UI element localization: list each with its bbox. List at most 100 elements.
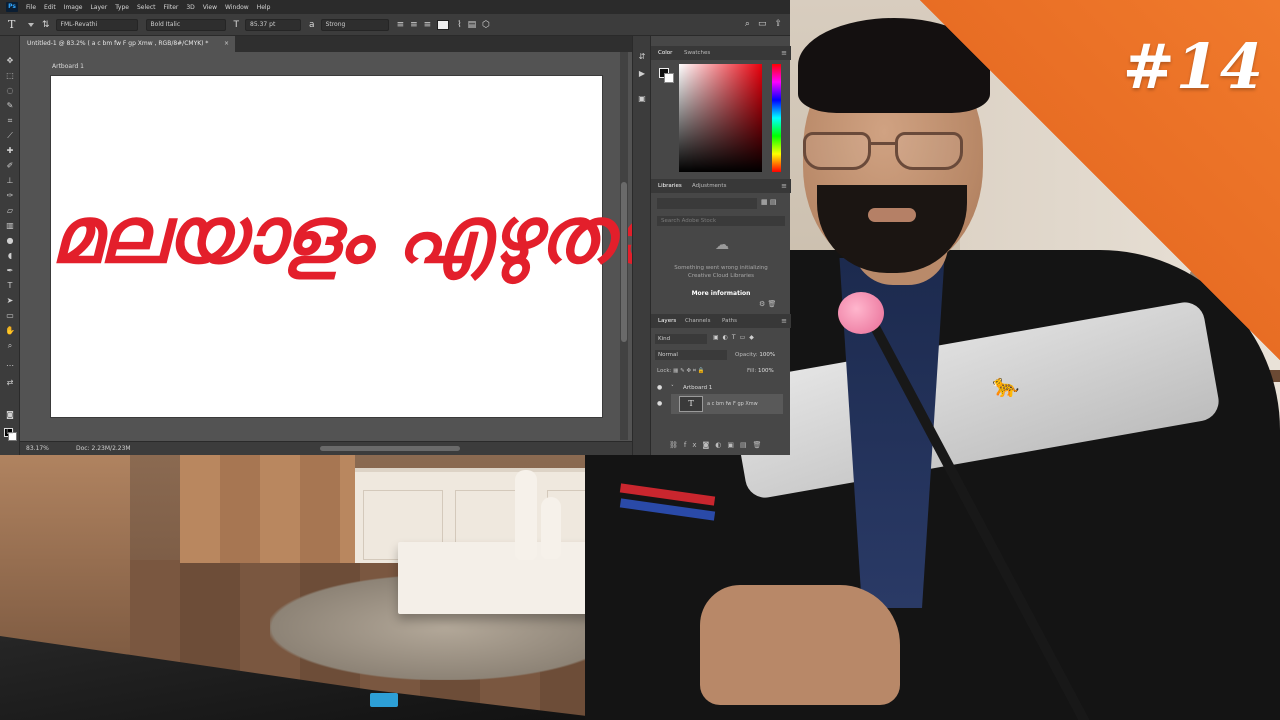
healing-tool-icon[interactable]: ✚ [5, 146, 15, 155]
menu-type[interactable]: Type [115, 4, 129, 11]
screen-mode-icon[interactable]: ▢ [5, 426, 15, 435]
crop-tool-icon[interactable]: ⌗ [5, 116, 15, 125]
menu-window[interactable]: Window [225, 4, 249, 11]
align-center-icon[interactable]: ≡ [410, 20, 418, 30]
tab-libraries[interactable]: Libraries [658, 179, 682, 193]
tab-color[interactable]: Color [658, 46, 672, 60]
stock-search-input[interactable]: Search Adobe Stock [657, 216, 785, 226]
menu-image[interactable]: Image [64, 4, 83, 11]
menu-help[interactable]: Help [257, 4, 271, 11]
menu-edit[interactable]: Edit [44, 4, 56, 11]
hand-tool-icon[interactable]: ✋ [5, 326, 15, 335]
menu-3d[interactable]: 3D [186, 4, 194, 11]
trash-icon[interactable]: ⚙ 🗑 [759, 300, 776, 308]
3d-icon[interactable]: ⬡ [482, 20, 490, 30]
character-panel-icon[interactable]: ▤ [468, 20, 477, 30]
layer-filter-select[interactable]: Kind [655, 334, 707, 344]
workspace-icon[interactable]: ▭ [758, 19, 767, 29]
scroll-thumb[interactable] [621, 182, 627, 342]
quick-mask-icon[interactable]: ◙ [5, 410, 15, 419]
gradient-tool-icon[interactable]: ▥ [5, 221, 15, 230]
color-picker-field[interactable] [679, 64, 762, 172]
photoshop-logo-icon: Ps [6, 2, 18, 12]
grid-view-icon[interactable]: ▦ ▤ [761, 198, 776, 206]
close-icon[interactable]: × [224, 36, 229, 52]
layer-row-text[interactable]: ● T a c bm fw F gp Xmw [651, 394, 791, 414]
more-tools-icon[interactable]: ⋯ [5, 361, 15, 370]
brush-tool-icon[interactable]: ✐ [5, 161, 15, 170]
lock-icons[interactable]: ▦ ✎ ✥ ⌗ 🔒 [673, 368, 704, 374]
opacity-control[interactable]: Opacity: 100% [735, 350, 775, 360]
stamp-tool-icon[interactable]: ⊥ [5, 176, 15, 185]
lasso-tool-icon[interactable]: ◌ [5, 86, 15, 95]
tab-channels[interactable]: Channels [685, 314, 710, 328]
malayalam-text-layer[interactable]: മലയാളം എഴുതാം [51, 181, 685, 291]
quick-select-tool-icon[interactable]: ✎ [5, 101, 15, 110]
history-icon[interactable]: ▣ [637, 94, 647, 104]
layer-filter-icons[interactable]: ▣◐T▭◆ [713, 334, 758, 341]
panel-menu-icon[interactable]: ≡ [781, 179, 787, 193]
artboard-canvas[interactable]: മലയാളം എഴുതാം [51, 76, 685, 417]
anti-alias-select[interactable]: Strong [320, 18, 389, 31]
share-icon[interactable]: ⇪ [774, 19, 782, 29]
menu-filter[interactable]: Filter [164, 4, 179, 11]
font-style-select[interactable]: Bold Italic [145, 18, 226, 31]
type-tool-icon[interactable]: T [5, 281, 15, 290]
fill-control[interactable]: Fill: 100% [747, 366, 774, 376]
menu-file[interactable]: File [26, 4, 36, 11]
menu-layer[interactable]: Layer [90, 4, 107, 11]
font-size-icon: T [233, 19, 240, 30]
menu-select[interactable]: Select [137, 4, 156, 11]
panel-menu-icon[interactable]: ≡ [781, 46, 787, 60]
expand-chevron-icon[interactable]: ˅ [671, 382, 674, 394]
marquee-tool-icon[interactable]: ⬚ [5, 71, 15, 80]
align-left-icon[interactable]: ≡ [397, 20, 405, 30]
tab-layers[interactable]: Layers [658, 314, 676, 328]
move-tool-icon[interactable]: ✥ [5, 56, 15, 65]
type-tool-icon[interactable]: T [8, 18, 24, 31]
text-color-swatch[interactable] [437, 19, 450, 30]
more-information-link[interactable]: More information [663, 290, 779, 297]
eye-icon[interactable]: ● [657, 394, 662, 414]
swap-colors-icon[interactable]: ⇄ [5, 378, 15, 387]
blend-mode-select[interactable]: Normal [655, 350, 727, 360]
zoom-level[interactable]: 83.17% [26, 442, 49, 455]
menu-view[interactable]: View [203, 4, 217, 11]
fill-label: Fill: [747, 368, 757, 374]
warp-text-icon[interactable]: ⌇ [457, 20, 461, 30]
document-tab[interactable]: Untitled-1 @ 83.2% ( a c bm fw F gp Xmw … [20, 36, 235, 52]
path-select-tool-icon[interactable]: ➤ [5, 296, 15, 305]
align-right-icon[interactable]: ≡ [424, 20, 432, 30]
tool-preset-dropdown-icon[interactable] [28, 22, 34, 27]
zoom-tool-icon[interactable]: ⌕ [5, 341, 15, 350]
layers-footer-icons[interactable]: ⛓fx◙◐▣▤🗑 [669, 441, 768, 449]
vertical-scrollbar[interactable] [620, 52, 628, 440]
opacity-value[interactable]: 100% [759, 352, 775, 358]
font-family-select[interactable]: FML-Revathi [55, 18, 138, 31]
search-icon[interactable]: ⌕ [745, 19, 750, 29]
dodge-tool-icon[interactable]: ◖ [5, 251, 15, 260]
text-orientation-icon[interactable]: ⇅ [42, 20, 50, 30]
horizontal-scrollbar[interactable] [320, 446, 460, 451]
artboard-label[interactable]: Artboard 1 [52, 63, 84, 70]
pen-tool-icon[interactable]: ✒ [5, 266, 15, 275]
eye-icon[interactable]: ● [657, 382, 662, 394]
eyedropper-tool-icon[interactable]: ⟋ [5, 131, 15, 140]
eraser-tool-icon[interactable]: ▱ [5, 206, 15, 215]
library-select[interactable] [657, 198, 757, 209]
arrange-icon[interactable]: ⇵ [637, 52, 647, 62]
hue-slider[interactable] [772, 64, 781, 172]
history-brush-tool-icon[interactable]: ✑ [5, 191, 15, 200]
shape-tool-icon[interactable]: ▭ [5, 311, 15, 320]
thumbnail-stage: 🐆 #14 Ps File Edit Image Layer Type Sele… [0, 0, 1280, 720]
layer-row-artboard[interactable]: ● ˅ Artboard 1 [651, 382, 791, 394]
font-size-input[interactable]: 85.37 pt [245, 18, 302, 31]
tab-paths[interactable]: Paths [722, 314, 737, 328]
tab-adjustments[interactable]: Adjustments [692, 179, 726, 193]
color-panel-background[interactable] [664, 73, 674, 83]
blur-tool-icon[interactable]: ● [5, 236, 15, 245]
panel-menu-icon[interactable]: ≡ [781, 314, 787, 328]
tab-swatches[interactable]: Swatches [684, 46, 710, 60]
fill-value[interactable]: 100% [758, 368, 774, 374]
actions-play-icon[interactable]: ▶ [637, 69, 647, 79]
